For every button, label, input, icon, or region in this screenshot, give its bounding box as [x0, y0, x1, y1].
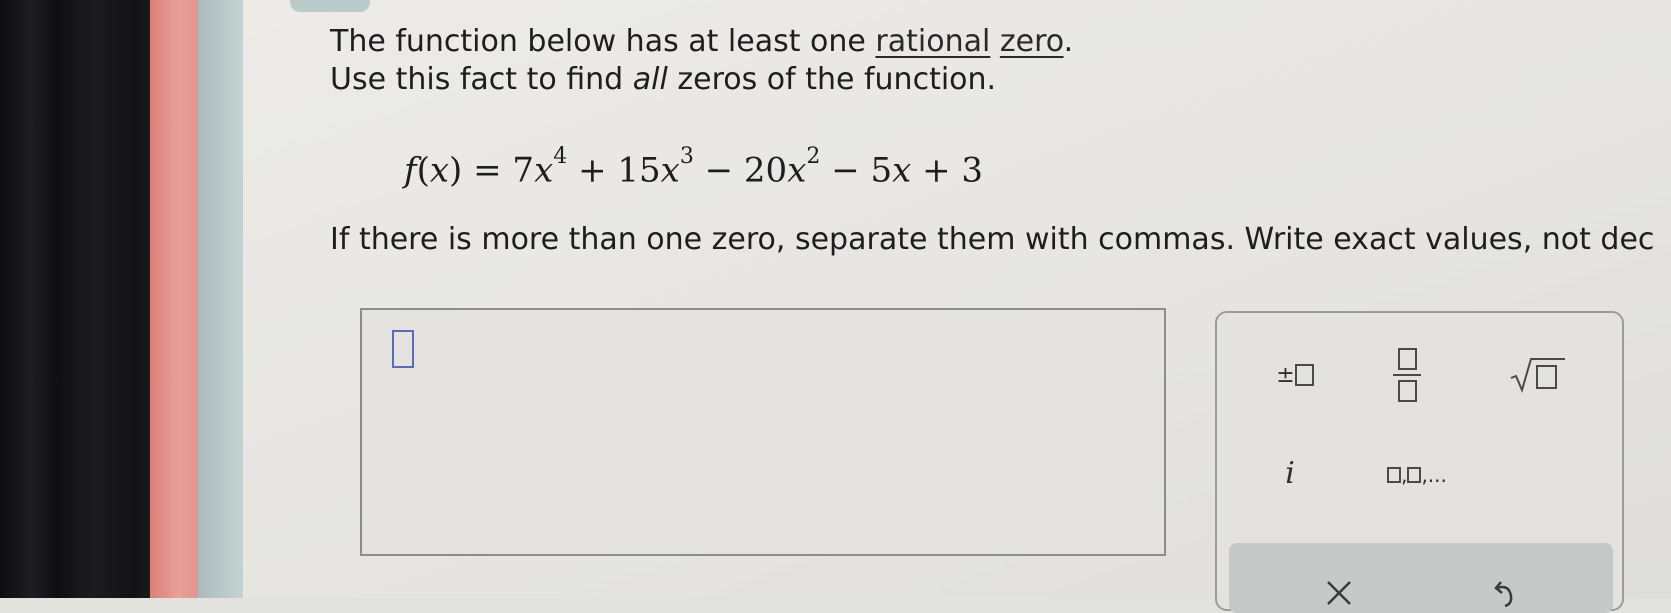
imaginary-unit-button[interactable]: i [1270, 453, 1310, 493]
answer-input[interactable] [360, 308, 1166, 556]
rational-link[interactable]: rational [875, 24, 990, 59]
plus-minus-button[interactable]: ± [1265, 355, 1325, 395]
list-button[interactable]: ,,... [1372, 455, 1462, 495]
undo-icon [1494, 581, 1513, 608]
fraction-icon [1397, 348, 1417, 370]
undo-button[interactable] [1479, 573, 1529, 613]
window-edge-teal [198, 0, 243, 598]
imaginary-unit-icon: i [1285, 455, 1295, 491]
fraction-button[interactable] [1377, 343, 1437, 407]
math-palette: ± i ,,... [1215, 311, 1624, 613]
square-root-icon [1510, 358, 1565, 393]
plus-minus-icon: ± [1276, 362, 1295, 388]
input-cursor-box[interactable] [392, 330, 414, 368]
question-line-2: Use this fact to find all zeros of the f… [330, 62, 997, 97]
instructions-text: If there is more than one zero, separate… [330, 222, 1655, 257]
window-edge-red [150, 0, 198, 598]
square-root-button[interactable] [1502, 355, 1572, 395]
clear-x-icon [1327, 581, 1351, 605]
question-line-1: The function below has at least one rati… [330, 24, 1074, 59]
zero-link[interactable]: zero [1000, 24, 1064, 59]
clear-button[interactable] [1314, 573, 1364, 613]
function-formula: f(x) = 7x4 + 15x3 − 20x2 − 5x + 3 [404, 144, 984, 191]
list-icon [1387, 467, 1402, 483]
action-bar [1229, 543, 1613, 613]
tab-hint [290, 0, 370, 12]
